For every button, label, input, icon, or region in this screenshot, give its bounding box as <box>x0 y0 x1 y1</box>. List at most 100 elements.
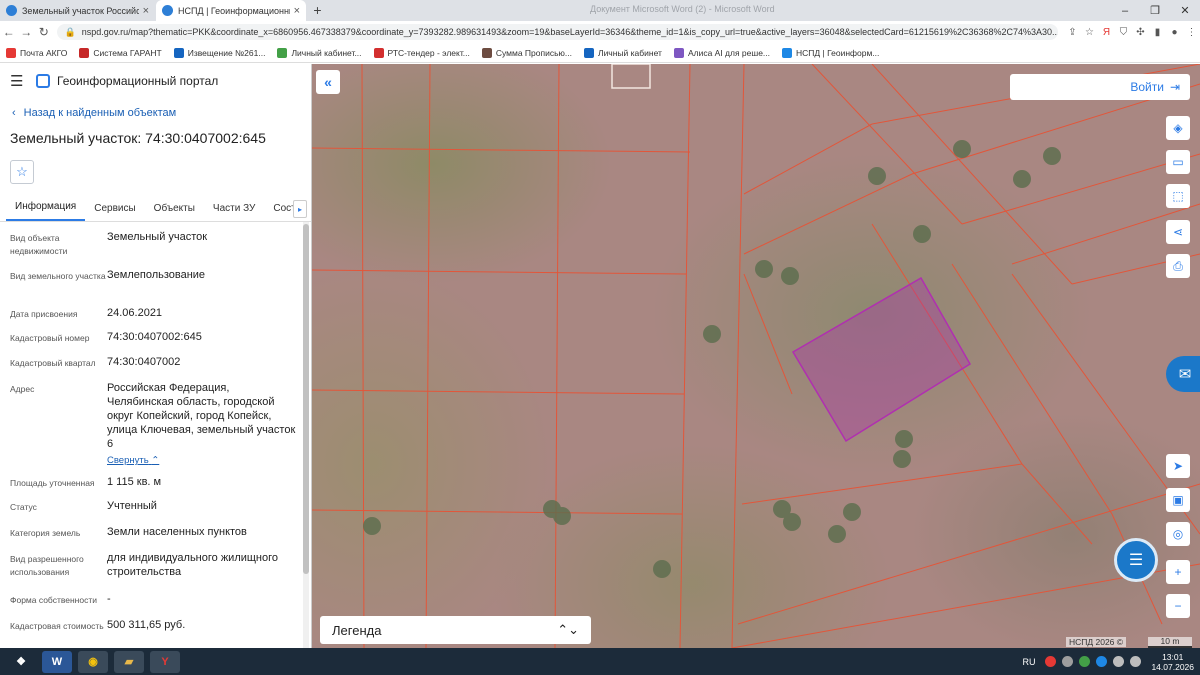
network-icon[interactable] <box>1113 656 1125 667</box>
bookmark-label: Личный кабинет <box>597 47 662 58</box>
browser-tab-1[interactable]: Земельный участок Российска × <box>0 0 155 21</box>
yandex-browser-icon: Y <box>161 655 169 668</box>
maximize-icon[interactable]: ❐ <box>1140 0 1170 21</box>
url-input[interactable]: 🔒 nspd.gov.ru/map?thematic=PKK&coordinat… <box>56 24 1058 40</box>
folder-icon: ▰ <box>124 656 134 668</box>
tray-app-icon[interactable] <box>1062 656 1074 667</box>
portal-logo-icon <box>36 74 50 88</box>
tab-parts[interactable]: Части ЗУ <box>204 203 264 221</box>
back-arrow-icon[interactable]: ← <box>0 25 18 39</box>
portal-title: Геоинформационный портал <box>57 74 219 88</box>
reload-icon[interactable]: ↻ <box>35 25 53 39</box>
shield-icon[interactable]: ⛉ <box>1115 27 1132 38</box>
minimize-icon[interactable]: – <box>1110 0 1140 21</box>
bookmark-favicon-icon <box>481 47 492 58</box>
tab-favicon-icon <box>6 5 17 16</box>
bookmark-item[interactable]: Система ГАРАНТ <box>79 47 162 58</box>
field-label: Дата присвоения <box>10 309 78 319</box>
field-row: Категория земель Земли населенных пункто… <box>0 525 311 551</box>
word-app-button[interactable]: W <box>42 650 72 673</box>
bookmark-item[interactable]: РТС-тендер - элект... <box>373 47 470 58</box>
new-tab-button[interactable]: + <box>309 2 326 19</box>
tab-objects[interactable]: Объекты <box>145 203 204 221</box>
menu-dots-icon[interactable]: ⋮ <box>1183 27 1200 38</box>
close-window-icon[interactable]: ✕ <box>1170 0 1200 21</box>
collapse-link[interactable]: Свернуть ⌃ <box>107 454 159 468</box>
panel-scrollbar[interactable] <box>303 222 309 648</box>
layers-button[interactable]: ◈ <box>1166 116 1190 140</box>
chat-button[interactable]: ☰ <box>1114 538 1158 582</box>
browser-tab-2[interactable]: НСПД | Геоинформационный п × <box>156 0 306 21</box>
star-icon: ☆ <box>16 164 28 179</box>
print-button[interactable]: ⎙ <box>1166 254 1190 278</box>
field-row: Кадастровый номер 74:30:0407002:645 <box>0 330 311 355</box>
tray-app-icon[interactable] <box>1096 656 1108 667</box>
side-panel-tab[interactable]: ✉ <box>1166 356 1200 392</box>
volume-icon[interactable] <box>1130 656 1142 667</box>
bookmark-item[interactable]: Личный кабинет... <box>277 47 362 58</box>
map-view[interactable]: « Войти ⇥ ◈ ▭ ⬚ ⋖ ⎙ ✉ ➤ ▣ ◎ ☰ + − Легенд… <box>312 64 1200 648</box>
login-icon: ⇥ <box>1169 80 1180 94</box>
forward-arrow-icon[interactable]: → <box>18 25 36 39</box>
tab-info[interactable]: Информация <box>6 201 86 221</box>
field-label: Вид объекта недвижимости <box>10 233 68 256</box>
bookmark-favicon-icon <box>277 47 288 58</box>
chrome-app-button[interactable]: ◉ <box>78 650 108 673</box>
tree-shape <box>553 507 571 525</box>
puzzle-icon[interactable]: ✣ <box>1132 27 1149 38</box>
minimap-button[interactable]: ▣ <box>1166 488 1190 512</box>
selected-parcel[interactable] <box>791 276 972 443</box>
page-title: Земельный участок: 74:30:0407002:645 <box>10 130 266 146</box>
language-indicator[interactable]: RU <box>1022 657 1035 667</box>
bookmark-item[interactable]: Личный кабинет <box>583 47 662 58</box>
map-attribution: НСПД 2026 © <box>1066 637 1127 647</box>
yandex-icon[interactable]: Я <box>1098 27 1115 38</box>
select-area-button[interactable]: ⬚ <box>1166 184 1190 208</box>
share-icon[interactable]: ⇪ <box>1064 27 1081 38</box>
tray-app-icon[interactable] <box>1045 656 1057 667</box>
navigation-arrow-icon: ➤ <box>1172 459 1184 473</box>
hamburger-menu-icon[interactable]: ☰ <box>10 72 30 90</box>
close-icon[interactable]: × <box>143 5 149 17</box>
bookmark-item[interactable]: Алиса AI для реше... <box>673 47 770 58</box>
geolocation-button[interactable]: ◎ <box>1166 522 1190 546</box>
share-button[interactable]: ⋖ <box>1166 220 1190 244</box>
locate-button[interactable]: ➤ <box>1166 454 1190 478</box>
tree-shape <box>843 503 861 521</box>
collapse-label: Свернуть <box>107 455 149 466</box>
tree-shape <box>895 430 913 448</box>
printer-icon: ⎙ <box>1173 258 1183 273</box>
zoom-in-button[interactable]: + <box>1166 560 1190 584</box>
start-button[interactable]: ❖ <box>6 651 36 673</box>
clock[interactable]: 13:01 14.07.2026 <box>1151 652 1194 672</box>
boundary-line <box>741 463 1023 505</box>
explorer-app-button[interactable]: ▰ <box>114 650 144 673</box>
profile-icon[interactable]: ● <box>1166 27 1183 38</box>
login-button[interactable]: Войти ⇥ <box>1010 74 1190 100</box>
boundary-line <box>312 269 687 275</box>
bookmark-item[interactable]: НСПД | Геоинформ... <box>782 47 879 58</box>
sidebar-icon[interactable]: ▮ <box>1149 27 1166 38</box>
bookmark-item[interactable]: Сумма Прописью... <box>481 47 572 58</box>
address-bar-row: ← → ↻ 🔒 nspd.gov.ru/map?thematic=PKK&coo… <box>0 21 1200 43</box>
favorite-button[interactable]: ☆ <box>10 160 34 184</box>
bookmark-item[interactable]: Извещение №261... <box>173 47 265 58</box>
window-controls: – ❐ ✕ <box>1110 0 1200 21</box>
zoom-out-button[interactable]: − <box>1166 594 1190 618</box>
tabs-next-button[interactable]: ▸ <box>293 200 307 218</box>
close-icon[interactable]: × <box>294 5 300 17</box>
back-to-results-link[interactable]: ‹ Назад к найденным объектам <box>0 98 311 128</box>
collapse-panel-button[interactable]: « <box>316 70 340 94</box>
tab-services[interactable]: Сервисы <box>85 203 144 221</box>
field-row: Вид объекта недвижимости Земельный участ… <box>0 230 311 268</box>
field-label: Вид земельного участка <box>10 271 106 281</box>
field-row: Статус Учтенный <box>0 499 311 525</box>
yandex-app-button[interactable]: Y <box>150 650 180 673</box>
boundary-line <box>361 64 365 648</box>
tray-app-icon[interactable] <box>1079 656 1091 667</box>
bookmark-star-icon[interactable]: ☆ <box>1081 27 1098 38</box>
legend-dropdown[interactable]: Легенда ⌃⌄ <box>320 616 591 644</box>
measure-button[interactable]: ▭ <box>1166 150 1190 174</box>
bookmark-item[interactable]: Почта АКГО <box>6 47 67 58</box>
tree-shape <box>755 260 773 278</box>
